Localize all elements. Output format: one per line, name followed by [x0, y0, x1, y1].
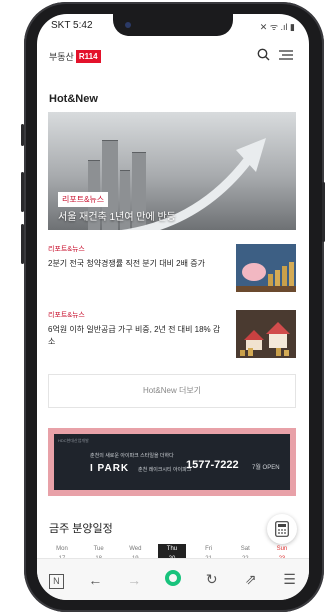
ad-brand: I PARK: [90, 463, 130, 474]
ad-corner-text: HDC현대산업개발: [58, 438, 89, 443]
day-tab[interactable]: Wed19: [121, 544, 149, 562]
ad-content: HDC현대산업개발 춘천의 새로운 아이파크 스타일을 더하다 I PARK 춘…: [54, 434, 290, 490]
news-category: 리포트&뉴스: [48, 246, 85, 253]
day-tab[interactable]: Sun23: [268, 544, 296, 562]
hamburger-menu-icon[interactable]: [279, 48, 293, 64]
schedule-title: 금주 분양일정: [49, 523, 113, 535]
logo[interactable]: 부동산 R114: [49, 50, 101, 63]
volume-button: [21, 224, 24, 264]
hero-card[interactable]: 리포트&뉴스 서울 재건축 1년여 만에 반등: [48, 112, 296, 230]
more-button[interactable]: Hot&New 더보기: [48, 374, 296, 408]
back-arrow-icon[interactable]: ←: [80, 572, 110, 588]
search-icon[interactable]: [257, 48, 270, 64]
news-item[interactable]: 리포트&뉴스 2분기 전국 청약경쟁률 직전 분기 대비 2배 증가: [48, 244, 296, 292]
news-category: 리포트&뉴스: [48, 312, 85, 319]
notch: [113, 14, 233, 36]
day-tab-selected[interactable]: Thu20: [157, 544, 186, 562]
status-indicators: ✕ ᯤ .ıl ▮: [259, 22, 295, 32]
news-thumbnail: [236, 310, 296, 358]
news-title: 2분기 전국 청약경쟁률 직전 분기 대비 2배 증가: [48, 259, 205, 268]
calculator-icon[interactable]: [267, 514, 297, 544]
ad-brand-sub: 춘천 레이크시티 아이파크: [138, 467, 192, 473]
ad-small-text: 춘천의 새로운 아이파크 스타일을 더하다: [90, 453, 174, 459]
browser-nav-bar: N ← → ↻ ⇗ ☰: [37, 558, 309, 600]
naver-n-icon[interactable]: N: [41, 571, 71, 589]
news-thumbnail: [236, 244, 296, 292]
forward-arrow-icon[interactable]: →: [119, 572, 149, 588]
news-title: 6억원 이하 일반공급 가구 비중, 2년 전 대비 18% 감소: [48, 325, 221, 346]
phone-screen: SKT 5:42 ✕ ᯤ .ıl ▮ 부동산 R114 Hot&New 리포트&…: [37, 14, 309, 600]
volume-button: [21, 172, 24, 212]
news-item[interactable]: 리포트&뉴스 6억원 이하 일반공급 가구 비중, 2년 전 대비 18% 감소: [48, 310, 296, 358]
day-tab[interactable]: Sat22: [231, 544, 259, 562]
hero-category-tag: 리포트&뉴스: [58, 192, 109, 207]
day-tab[interactable]: Fri21: [195, 544, 223, 562]
ad-open-text: 7월 OPEN: [252, 465, 280, 471]
logo-text: 부동산: [49, 52, 74, 62]
share-icon[interactable]: ⇗: [236, 571, 266, 588]
ad-banner[interactable]: HDC현대산업개발 춘천의 새로운 아이파크 스타일을 더하다 I PARK 춘…: [48, 428, 296, 496]
volume-button: [21, 124, 24, 146]
hero-caption: 서울 재건축 1년여 만에 반등: [58, 212, 176, 223]
logo-badge: R114: [75, 50, 101, 63]
app-header: 부동산 R114: [37, 40, 309, 74]
section-title: Hot&New: [49, 93, 98, 105]
power-button: [322, 182, 325, 242]
day-tab[interactable]: Tue18: [85, 544, 113, 562]
day-tab[interactable]: Mon17: [48, 544, 76, 562]
refresh-icon[interactable]: ↻: [197, 571, 227, 588]
status-time: SKT 5:42: [51, 20, 93, 31]
camera-icon: [125, 22, 131, 28]
ad-phone: 1577-7222: [186, 459, 239, 471]
menu-lines-icon[interactable]: ☰: [274, 571, 304, 588]
home-icon[interactable]: [158, 570, 188, 589]
week-day-strip: Mon17 Tue18 Wed19 Thu20 Fri21 Sat22 Sun2…: [48, 544, 296, 562]
